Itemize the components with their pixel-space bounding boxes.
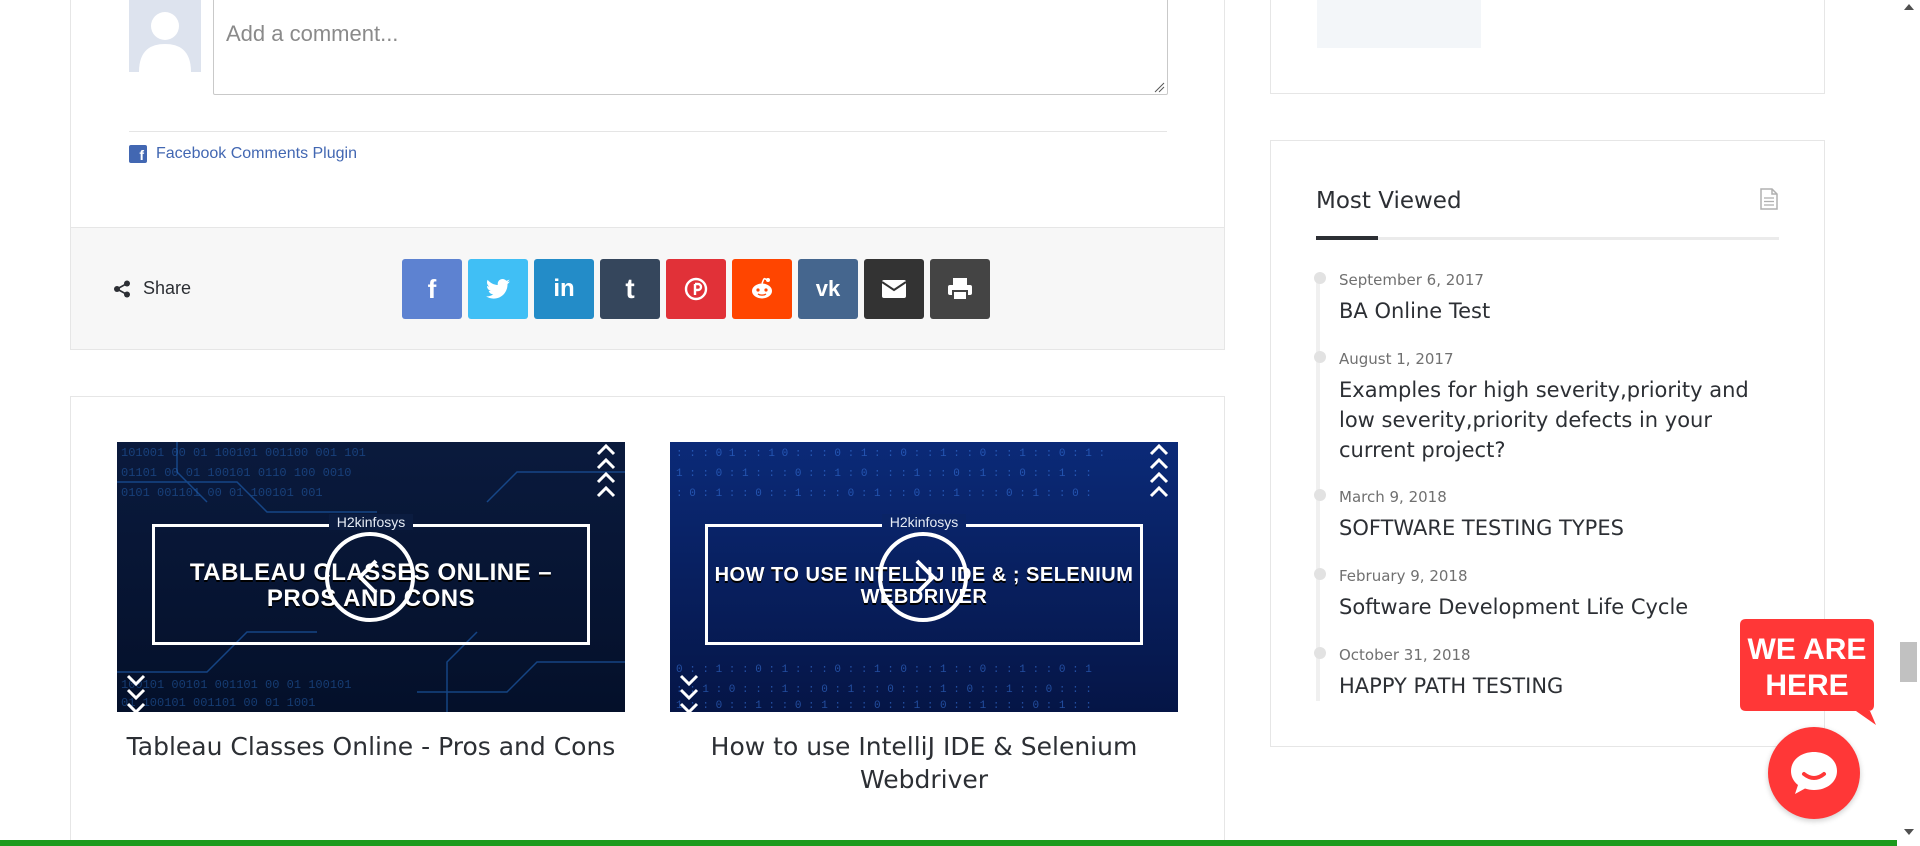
timeline-dot	[1314, 647, 1326, 659]
printer-icon	[948, 278, 972, 301]
share-buttons: f in t vk	[402, 259, 990, 319]
svg-text:0 : : 1 : : 0 : 1 : : : 0 : :: 0 : : 1 : : 0 : 1 : : : 0 : : 1 : 0 : : …	[676, 664, 1092, 676]
share-facebook-button[interactable]: f	[402, 259, 462, 319]
share-twitter-button[interactable]	[468, 259, 528, 319]
brand-label: H2kinfosys	[670, 514, 1178, 530]
reddit-icon	[752, 277, 772, 299]
svg-text:: : 1 : 0 : : : 1 : : 0 : 1 :: : : 1 : 0 : : : 1 : : 0 : 1 : : 0 : : : …	[676, 684, 1092, 696]
post-link[interactable]: Software Development Life Cycle	[1339, 592, 1779, 622]
post-link[interactable]: SOFTWARE TESTING TYPES	[1339, 513, 1779, 543]
chat-badge-line1: WE ARE	[1748, 633, 1867, 666]
chat-badge-line2: HERE	[1765, 669, 1848, 702]
share-linkedin-button[interactable]: in	[534, 259, 594, 319]
svg-text:01 100101 001101 00 01 1001: 01 100101 001101 00 01 1001	[121, 696, 315, 710]
share-vk-button[interactable]: vk	[798, 259, 858, 319]
vk-icon: vk	[815, 276, 841, 301]
most-viewed-item: September 6, 2017 BA Online Test	[1314, 271, 1779, 326]
related-post-title[interactable]: Tableau Classes Online - Pros and Cons	[117, 730, 625, 763]
title-underline-accent	[1316, 236, 1378, 240]
post-link[interactable]: BA Online Test	[1339, 296, 1779, 326]
carousel-next-button[interactable]	[878, 532, 968, 622]
envelope-icon	[881, 280, 907, 298]
timeline-line	[1316, 275, 1320, 701]
twitter-icon	[486, 279, 510, 299]
scroll-up-arrow-icon[interactable]	[1904, 4, 1914, 10]
svg-text:101001 00 01 100101 001100 001: 101001 00 01 100101 001100 001 101	[121, 446, 366, 460]
post-date: August 1, 2017	[1339, 350, 1454, 368]
facebook-icon: f	[129, 145, 147, 163]
pinterest-icon	[684, 277, 708, 301]
post-date: September 6, 2017	[1339, 271, 1484, 289]
share-text: Share	[143, 278, 192, 298]
title-underline	[1316, 237, 1779, 240]
related-post-thumbnail[interactable]: 101001 00 01 100101 001100 001 101 01101…	[117, 442, 625, 712]
share-print-button[interactable]	[930, 259, 990, 319]
facebook-comments-plugin[interactable]: f Facebook Comments Plugin	[129, 145, 357, 163]
bottom-accent-bar	[0, 840, 1897, 846]
chevrons-down-icon	[126, 674, 146, 712]
svg-text:1 : : 0 : 1 : : : 0 : : 1 : 0: 1 : : 0 : 1 : : : 0 : : 1 : 0 : : : 1 : …	[676, 468, 1092, 480]
svg-text:100101 00101 001101 00 01 1001: 100101 00101 001101 00 01 100101	[121, 678, 351, 692]
resize-grip-icon[interactable]	[1153, 81, 1165, 93]
tumblr-icon: t	[625, 273, 635, 304]
chat-launcher-button[interactable]	[1768, 727, 1860, 819]
related-post-card[interactable]: : : : 0 1 : : 1 0 : : : 0 : 1 : : 0 : : …	[670, 442, 1178, 796]
share-tumblr-button[interactable]: t	[600, 259, 660, 319]
most-viewed-item: March 9, 2018 SOFTWARE TESTING TYPES	[1314, 488, 1779, 543]
timeline-dot	[1314, 568, 1326, 580]
scrollbar-thumb[interactable]	[1900, 642, 1917, 682]
timeline-dot	[1314, 351, 1326, 363]
document-icon	[1760, 188, 1778, 210]
chevron-left-icon	[357, 559, 378, 595]
svg-text:: : : 0 1 : : 1 0 : : : 0 : 1: : : : 0 1 : : 1 0 : : : 0 : 1 : : 0 : : …	[676, 448, 1105, 460]
share-pinterest-button[interactable]	[666, 259, 726, 319]
svg-text:01101 00 01 100101 0110 100 00: 01101 00 01 100101 0110 100 0010	[121, 466, 351, 480]
timeline-dot	[1314, 272, 1326, 284]
chevrons-down-icon	[679, 674, 699, 712]
avatar	[129, 0, 201, 72]
share-reddit-button[interactable]	[732, 259, 792, 319]
chat-badge-graphic: WE ARE HERE	[1740, 619, 1876, 725]
related-post-card[interactable]: 101001 00 01 100101 001100 001 101 01101…	[117, 442, 625, 763]
timeline-dot	[1314, 489, 1326, 501]
most-viewed-item: October 31, 2018 HAPPY PATH TESTING	[1314, 646, 1779, 701]
svg-text:1 : : 0 : : 1 : : 0 : 1 : : :: 1 : : 0 : : 1 : : 0 : 1 : : : 0 : : 1 : …	[676, 700, 1092, 712]
comment-input[interactable]	[213, 0, 1168, 95]
scrollbar-track[interactable]	[1897, 0, 1920, 846]
facebook-comments-plugin-link[interactable]: Facebook Comments Plugin	[156, 145, 357, 163]
sidebar-widget	[1270, 0, 1825, 94]
most-viewed-item: February 9, 2018 Software Development Li…	[1314, 567, 1779, 622]
share-email-button[interactable]	[864, 259, 924, 319]
post-link[interactable]: HAPPY PATH TESTING	[1339, 671, 1779, 701]
svg-text:: 0 : 1 : : 0 : : 1 : : : 0 :: : 0 : 1 : : 0 : : 1 : : : 0 : 1 : : 0 : …	[676, 488, 1092, 500]
ad-placeholder	[1317, 0, 1481, 48]
post-link[interactable]: Examples for high severity,priority and …	[1339, 375, 1779, 465]
related-post-thumbnail[interactable]: : : : 0 1 : : 1 0 : : : 0 : 1 : : 0 : : …	[670, 442, 1178, 712]
facebook-icon: f	[427, 273, 437, 304]
related-post-title[interactable]: How to use IntelliJ IDE & Selenium Webdr…	[670, 730, 1178, 796]
chevrons-up-icon	[1149, 443, 1169, 498]
share-icon	[114, 280, 130, 297]
chat-badge[interactable]: WE ARE HERE	[1740, 619, 1876, 730]
most-viewed-title: Most Viewed	[1316, 188, 1462, 214]
carousel-prev-button[interactable]	[325, 532, 415, 622]
divider	[129, 131, 1167, 132]
post-date: October 31, 2018	[1339, 646, 1471, 664]
user-silhouette-icon	[129, 0, 201, 72]
most-viewed-item: August 1, 2017 Examples for high severit…	[1314, 350, 1779, 465]
post-date: March 9, 2018	[1339, 488, 1447, 506]
svg-text:0101 001101 00 01 100101 001: 0101 001101 00 01 100101 001	[121, 486, 323, 500]
linkedin-icon: in	[553, 275, 575, 302]
scroll-down-arrow-icon[interactable]	[1904, 829, 1914, 835]
chat-bubble-icon	[1791, 752, 1837, 794]
share-label: Share	[113, 278, 191, 299]
post-date: February 9, 2018	[1339, 567, 1468, 585]
brand-label: H2kinfosys	[117, 514, 625, 530]
chevrons-up-icon	[596, 443, 616, 498]
chevron-right-icon	[915, 559, 936, 595]
